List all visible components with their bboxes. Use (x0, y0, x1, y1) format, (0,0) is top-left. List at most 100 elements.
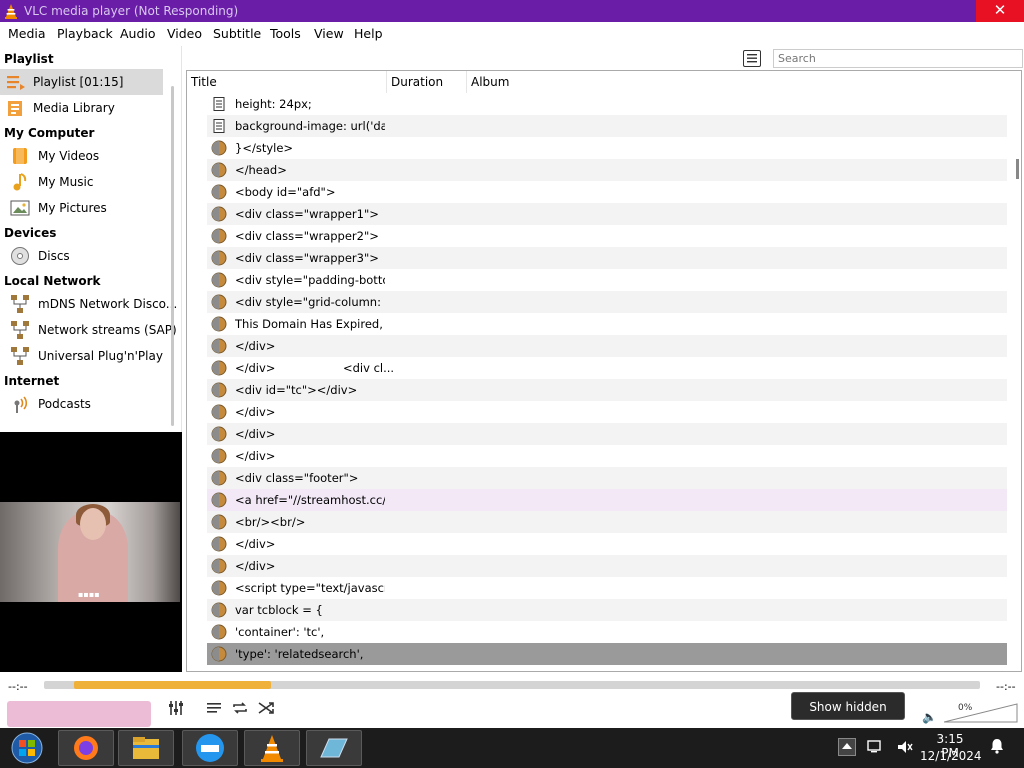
playlist-row[interactable]: <div id="tc"></div> (207, 379, 1007, 401)
column-duration[interactable]: Duration (387, 71, 467, 93)
media-file-icon (211, 184, 227, 200)
playlist-row[interactable]: height: 24px; (207, 93, 1007, 115)
search-input[interactable] (774, 50, 1022, 67)
video-output[interactable]: ▪▪▪▪ (0, 432, 182, 672)
media-file-icon (211, 272, 227, 288)
media-file-icon (211, 448, 227, 464)
playlist-row[interactable]: <a href="//streamhost.cc/_... (207, 489, 1007, 511)
row-title: </div> (235, 559, 276, 573)
media-file-icon (211, 294, 227, 310)
window-title: VLC media player (Not Responding) (24, 4, 239, 18)
taskbar-firefox[interactable] (58, 730, 114, 766)
playlist-row[interactable]: <body id="afd"> (207, 181, 1007, 203)
menu-tools[interactable]: Tools (270, 26, 301, 41)
taskbar-vlc[interactable] (244, 730, 300, 766)
playlist-row[interactable]: <br/><br/> (207, 511, 1007, 533)
playlist-row[interactable]: 'type': 'relatedsearch', (207, 643, 1007, 665)
column-title[interactable]: Title (187, 71, 387, 93)
playlist-scrollbar[interactable] (1016, 159, 1019, 179)
windows-start-icon[interactable] (4, 729, 50, 767)
row-title: <div style="grid-column: 1 / ... (235, 295, 385, 309)
playlist-row[interactable]: 'container': 'tc', (207, 621, 1007, 643)
row-title: This Domain Has Expired, To... (235, 317, 385, 331)
row-title: <body id="afd"> (235, 185, 336, 199)
network-icon (11, 321, 29, 339)
playlist-row[interactable]: </div> (207, 533, 1007, 555)
playlist-row[interactable]: background-image: url('data:i... (207, 115, 1007, 137)
chevron-up-icon (842, 743, 852, 749)
menu-help[interactable]: Help (354, 26, 383, 41)
playlist-row[interactable]: </div> (207, 401, 1007, 423)
row-title: <div class="wrapper3"> (235, 251, 379, 265)
speaker-muted-icon (898, 741, 913, 753)
sidebar-item-my-videos[interactable]: My Videos (0, 143, 163, 169)
playlist-row[interactable]: </div> (207, 445, 1007, 467)
sidebar-item-label: My Music (38, 175, 94, 189)
volume-slider[interactable] (944, 703, 1018, 723)
sidebar-item-my-music[interactable]: My Music (0, 169, 163, 195)
row-title-continuation: <div cl... (343, 361, 395, 375)
extended-settings-button[interactable] (164, 699, 188, 723)
menu-subtitle[interactable]: Subtitle (213, 26, 261, 41)
sidebar-item-upnp[interactable]: Universal Plug'n'Play (0, 343, 163, 369)
playlist-row[interactable]: </div> (207, 335, 1007, 357)
pictures-icon (10, 200, 30, 216)
playlist-row[interactable]: <div class="wrapper3"> (207, 247, 1007, 269)
playlist-row[interactable]: <div class="wrapper1"> (207, 203, 1007, 225)
playlist-row[interactable]: </div> <div cl... (207, 357, 1007, 379)
show-hidden-icons-button[interactable] (838, 738, 856, 756)
taskbar-notepad[interactable] (306, 730, 362, 766)
menu-audio[interactable]: Audio (120, 26, 156, 41)
toggle-playlist-button[interactable] (202, 699, 226, 723)
sidebar-item-label: Podcasts (38, 397, 91, 411)
sidebar-item-my-pictures[interactable]: My Pictures (0, 195, 163, 221)
sidebar-item-sap[interactable]: Network streams (SAP) (0, 317, 177, 343)
clock-date[interactable]: 12/1/2024 (920, 749, 982, 763)
music-icon (13, 173, 27, 191)
notifications-icon[interactable] (988, 738, 1006, 756)
media-file-icon (211, 624, 227, 640)
sidebar-item-podcasts[interactable]: Podcasts (0, 391, 163, 417)
media-file-icon (211, 206, 227, 222)
sidebar-item-media-library[interactable]: Media Library (0, 95, 163, 121)
podcast-icon (14, 396, 28, 413)
menu-view[interactable]: View (314, 26, 344, 41)
sidebar-scrollbar[interactable] (171, 86, 174, 426)
playlist-row[interactable]: </head> (207, 159, 1007, 181)
column-album[interactable]: Album (467, 71, 1007, 93)
playlist-row[interactable]: <div class="footer"> (207, 467, 1007, 489)
video-frame: ▪▪▪▪ (0, 502, 180, 602)
search-field[interactable] (773, 49, 1023, 68)
sidebar-item-mdns[interactable]: mDNS Network Disco... (0, 291, 177, 317)
media-file-icon (211, 360, 227, 376)
playlist-view-toggle-icon[interactable] (743, 50, 761, 67)
taskbar: 3:15 PM 12/1/2024 (0, 728, 1024, 768)
shuffle-button[interactable] (254, 699, 278, 723)
playlist-row[interactable]: <script type="text/javascrip... (207, 577, 1007, 599)
playlist-row[interactable]: var tcblock = { (207, 599, 1007, 621)
loop-button[interactable] (228, 699, 252, 723)
playlist-row[interactable]: }</style> (207, 137, 1007, 159)
media-file-icon (211, 228, 227, 244)
menu-media[interactable]: Media (8, 26, 46, 41)
menu-video[interactable]: Video (167, 26, 202, 41)
taskbar-file-explorer[interactable] (118, 730, 174, 766)
sidebar-item-playlist[interactable]: Playlist [01:15] (0, 69, 163, 95)
menu-playback[interactable]: Playback (57, 26, 113, 41)
playlist-row[interactable]: </div> (207, 423, 1007, 445)
playback-controls-ghost[interactable] (7, 701, 151, 727)
playlist-row[interactable]: This Domain Has Expired, To... (207, 313, 1007, 335)
playlist-row[interactable]: <div style="grid-column: 1 / ... (207, 291, 1007, 313)
playlist-row[interactable]: <div class="wrapper2"> (207, 225, 1007, 247)
mute-icon[interactable]: 🔈 (922, 710, 937, 724)
sidebar-item-discs[interactable]: Discs (0, 243, 163, 269)
network-icon (11, 347, 29, 365)
volume-tray-icon[interactable] (896, 738, 914, 756)
playlist-row[interactable]: </div> (207, 555, 1007, 577)
row-title: </div> (235, 339, 276, 353)
seek-slider[interactable] (44, 681, 980, 689)
close-button[interactable]: ✕ (976, 0, 1024, 22)
network-tray-icon[interactable] (866, 738, 884, 756)
playlist-row[interactable]: <div style="padding-bottom... (207, 269, 1007, 291)
taskbar-docker[interactable] (182, 730, 238, 766)
